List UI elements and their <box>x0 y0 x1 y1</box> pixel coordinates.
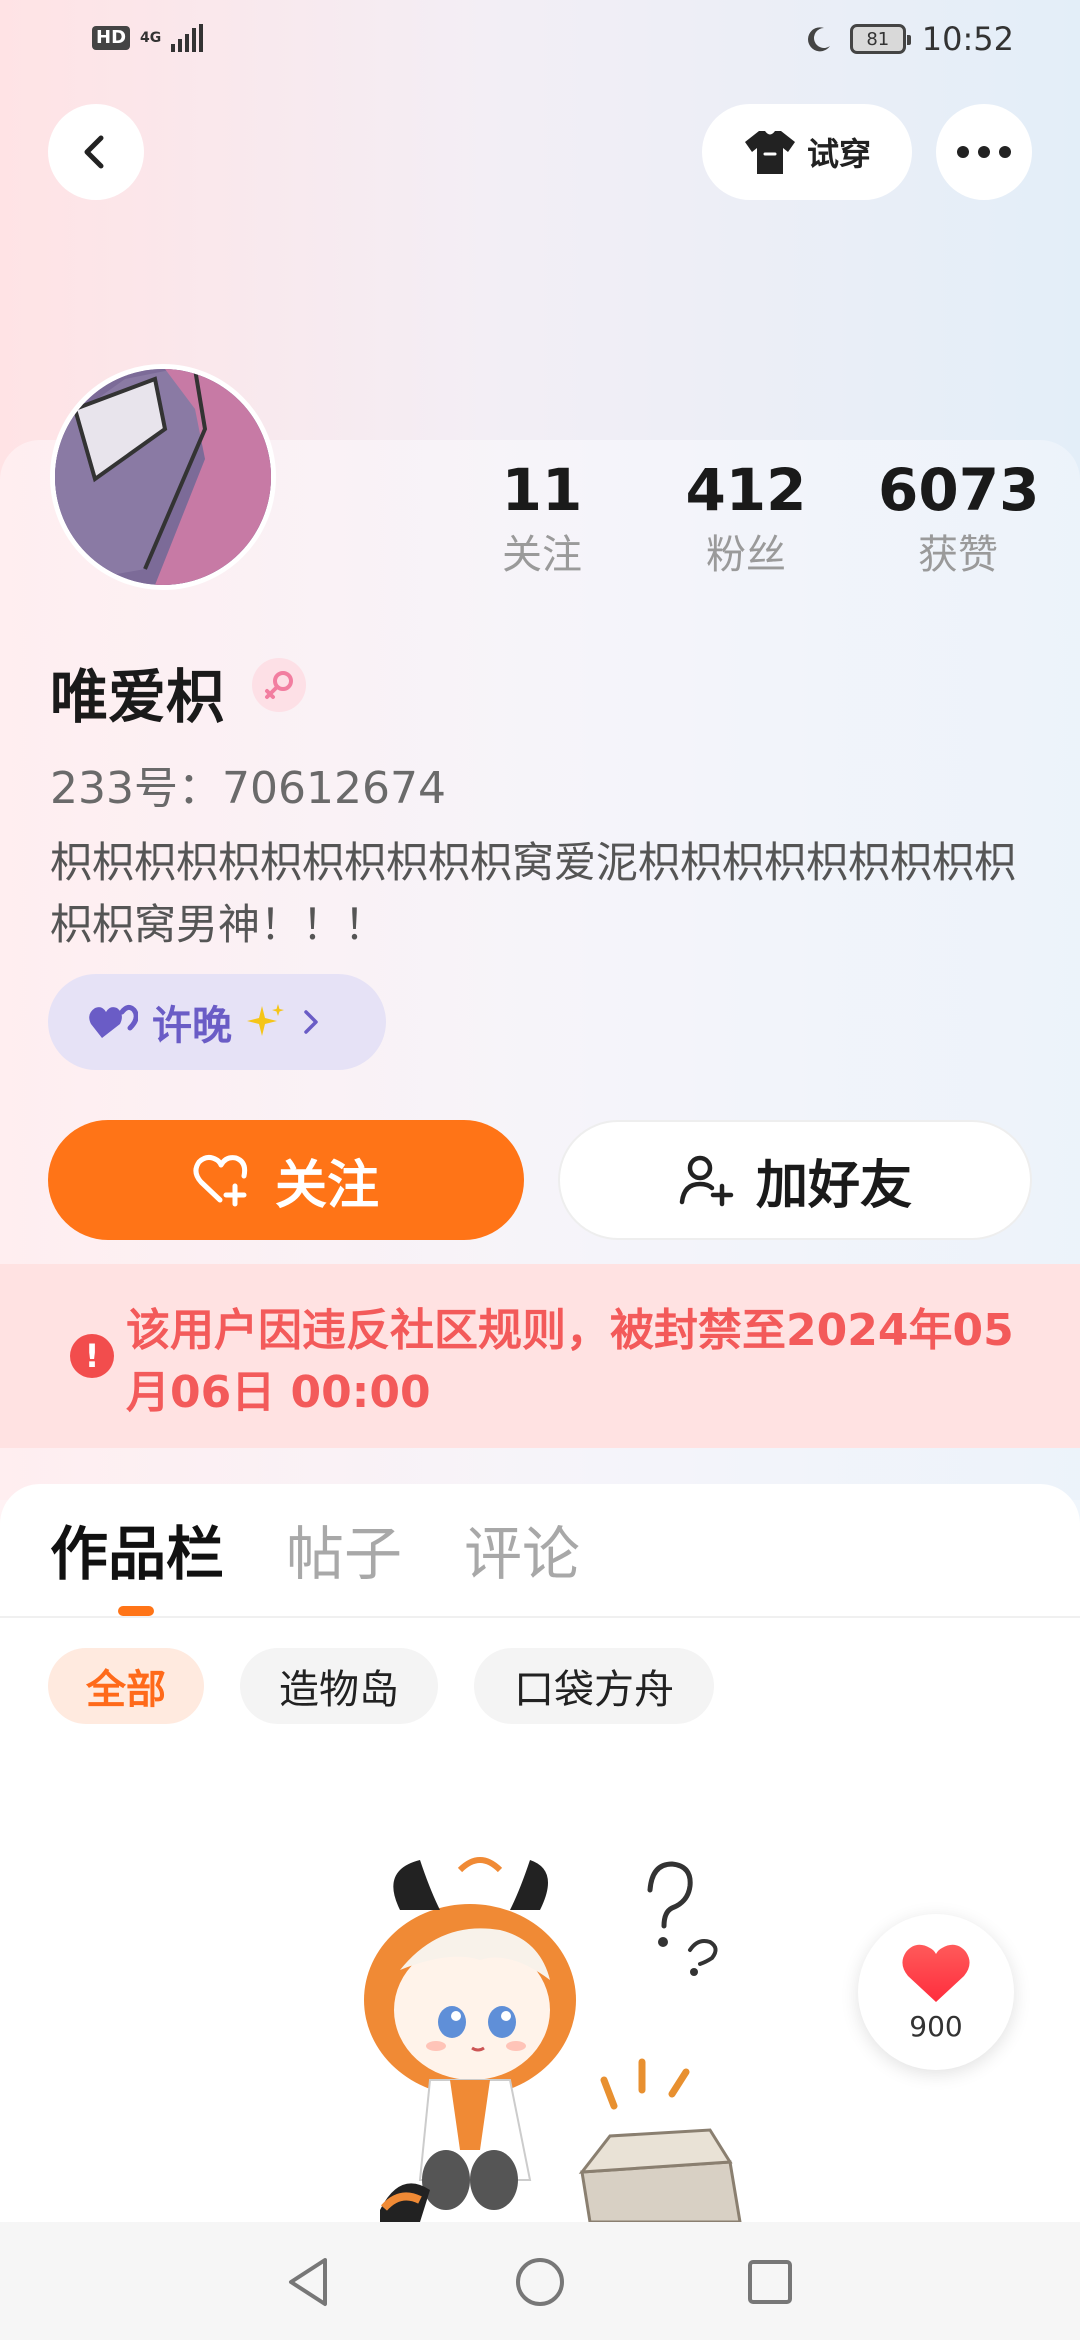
square-recents-icon <box>748 2260 792 2304</box>
more-button[interactable] <box>936 104 1032 200</box>
tab-divider <box>0 1616 1080 1618</box>
relation-tag[interactable]: 许晚 <box>48 974 386 1070</box>
heart-pair-icon <box>89 1004 138 1038</box>
follow-button[interactable]: 关注 <box>48 1120 524 1240</box>
battery-icon: 81 <box>849 24 911 54</box>
status-bar: HD 4G 81 10:52 <box>0 0 1080 84</box>
triangle-back-icon <box>289 2258 327 2306</box>
heart-plus-icon <box>193 1154 248 1207</box>
stat-following[interactable]: 11 关注 <box>462 450 622 580</box>
follow-label: 关注 <box>274 1155 379 1216</box>
nav-back-button[interactable] <box>280 2254 336 2310</box>
back-button[interactable] <box>48 104 144 200</box>
filter-chip-creation-island[interactable]: 造物岛 <box>240 1648 438 1724</box>
active-tab-indicator <box>118 1606 154 1616</box>
status-right: 81 10:52 <box>804 20 1014 58</box>
add-friend-button[interactable]: 加好友 <box>558 1120 1032 1240</box>
moon-icon <box>807 27 830 52</box>
hd-badge: HD <box>92 26 131 50</box>
warning-glyph: ! <box>84 1337 100 1375</box>
tab-works[interactable]: 作品栏 <box>50 1514 224 1594</box>
more-dots-icon <box>957 146 1011 158</box>
bio: 枳枳枳枳枳枳枳枳枳枳枳窝爱泥枳枳枳枳枳枳枳枳枳枳枳窝男神！！！ <box>50 838 1017 949</box>
ban-notice: 该用户因违反社区规则，被封禁至2024年05月06日 00:00 <box>0 1264 1080 1448</box>
stat-label: 关注 <box>502 532 582 578</box>
chevron-right-icon <box>304 1010 318 1034</box>
signal-icon <box>171 24 204 52</box>
user-id: 233号：70612674 <box>50 763 446 814</box>
empty-state-mascot-illustration <box>364 1857 742 2222</box>
back-arrow-icon <box>84 135 104 169</box>
try-on-label: 试穿 <box>806 135 871 173</box>
circle-home-icon <box>516 2258 564 2306</box>
stat-label: 粉丝 <box>706 532 786 578</box>
warning-icon: ! <box>70 1334 114 1378</box>
stat-value: 412 <box>685 456 807 524</box>
clock: 10:52 <box>921 20 1014 58</box>
stat-label: 获赞 <box>918 532 998 578</box>
tab-comments[interactable]: 评论 <box>464 1514 580 1594</box>
username: 唯爱枳 <box>50 663 225 731</box>
floating-like-button[interactable]: 900 <box>858 1914 1014 2070</box>
network-type: 4G <box>140 30 162 46</box>
status-left: HD 4G <box>92 24 204 52</box>
nav-home-button[interactable] <box>512 2254 568 2310</box>
add-friend-label: 加好友 <box>755 1155 912 1216</box>
stat-followers[interactable]: 412 粉丝 <box>666 450 826 580</box>
female-gender-icon <box>252 658 306 712</box>
tab-posts[interactable]: 帖子 <box>286 1514 402 1594</box>
gender-symbol-icon <box>265 671 293 699</box>
try-on-button[interactable]: 试穿 <box>702 104 912 200</box>
ban-notice-text: 该用户因违反社区规则，被封禁至2024年05月06日 00:00 <box>126 1305 1014 1418</box>
battery-level: 81 <box>866 28 890 50</box>
like-count: 900 <box>909 2009 963 2043</box>
filter-chip-pocket-ark[interactable]: 口袋方舟 <box>474 1648 714 1724</box>
sparkle-icon <box>247 1004 284 1036</box>
stat-value: 11 <box>501 456 583 524</box>
person-add-icon <box>679 1155 734 1207</box>
nav-recents-button[interactable] <box>742 2254 798 2310</box>
stat-value: 6073 <box>878 456 1040 524</box>
heart-icon <box>902 1944 970 2002</box>
tag-label: 许晚 <box>152 1003 232 1049</box>
avatar[interactable] <box>50 364 276 590</box>
filter-chip-all[interactable]: 全部 <box>48 1648 204 1724</box>
tshirt-icon <box>744 131 795 174</box>
avatar-image <box>55 369 271 585</box>
stat-likes[interactable]: 6073 获赞 <box>878 450 1040 580</box>
